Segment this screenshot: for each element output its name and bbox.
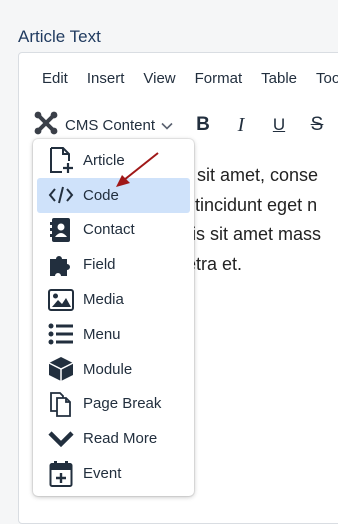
editor-menubar: Edit Insert View Format Table Too (19, 53, 338, 103)
underline-button[interactable]: U (266, 112, 292, 138)
dropdown-item-contact[interactable]: Contact (37, 213, 190, 248)
article-add-icon (47, 146, 75, 174)
italic-icon: I (237, 113, 245, 136)
dropdown-item-label: Module (83, 360, 133, 378)
dropdown-item-read-more[interactable]: Read More (37, 421, 190, 456)
cube-icon (47, 355, 75, 383)
dropdown-item-label: Field (83, 256, 116, 274)
content-line: l tincidunt eget n (186, 194, 318, 215)
dropdown-item-label: Read More (83, 430, 158, 448)
joomla-logo-icon (33, 110, 59, 140)
underline-icon: U (272, 115, 286, 134)
bold-button[interactable]: B (190, 112, 216, 138)
cms-content-button[interactable]: CMS Content (33, 111, 173, 139)
annotation-arrow (116, 152, 159, 187)
dropdown-item-label: Contact (83, 221, 135, 239)
field-title: Article Text (18, 27, 101, 46)
menu-view[interactable]: View (143, 70, 175, 87)
dropdown-item-label: Page Break (83, 395, 162, 413)
calendar-plus-icon (47, 460, 75, 488)
italic-button[interactable]: I (228, 112, 254, 138)
dropdown-item-label: Media (83, 291, 124, 309)
list-icon (47, 320, 75, 348)
cms-content-dropdown: Article Code Contact Field Media Menu Mo… (33, 139, 194, 496)
menu-tools[interactable]: Too (316, 70, 338, 87)
menu-format[interactable]: Format (195, 70, 243, 87)
content-line: r sit amet, conse (186, 165, 319, 185)
menu-insert[interactable]: Insert (87, 70, 125, 87)
bold-icon: B (196, 114, 210, 135)
dropdown-item-field[interactable]: Field (37, 247, 190, 282)
dropdown-item-media[interactable]: Media (37, 282, 190, 317)
cms-content-label: CMS Content (65, 116, 156, 134)
menu-edit[interactable]: Edit (42, 70, 68, 87)
menu-table[interactable]: Table (261, 70, 297, 87)
strikethrough-icon: S (310, 114, 324, 135)
contact-card-icon (47, 216, 75, 244)
dropdown-item-label: Menu (83, 325, 121, 343)
content-line: ris sit amet mass (186, 224, 322, 244)
puzzle-icon (47, 251, 75, 279)
image-icon (47, 286, 75, 314)
chevron-down-icon (47, 425, 75, 453)
code-icon (47, 181, 75, 209)
dropdown-item-event[interactable]: Event (37, 456, 190, 491)
dropdown-item-page-break[interactable]: Page Break (37, 387, 190, 422)
dropdown-item-menu[interactable]: Menu (37, 317, 190, 352)
chevron-down-icon (161, 117, 173, 134)
dropdown-item-label: Event (83, 465, 122, 483)
content-line: etra et. (186, 253, 243, 274)
strikethrough-button[interactable]: S (304, 112, 330, 138)
copy-icon (47, 390, 75, 418)
dropdown-item-module[interactable]: Module (37, 352, 190, 387)
